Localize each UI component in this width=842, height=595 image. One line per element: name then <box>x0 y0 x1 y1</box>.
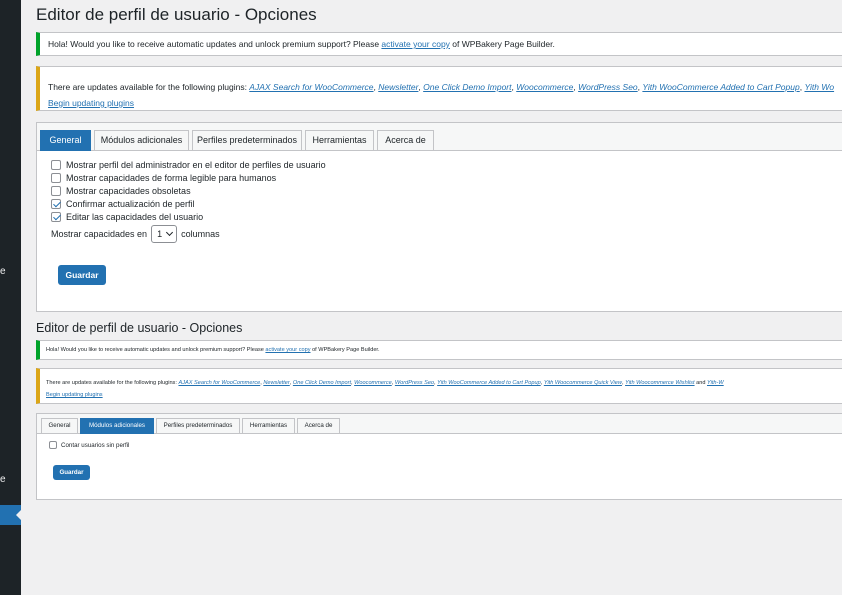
sidebar-text-fragment: e <box>0 266 6 277</box>
tab-bar: General Módulos adicionales Perfiles pre… <box>37 414 842 434</box>
tab-herramientas[interactable]: Herramientas <box>305 130 374 151</box>
checkbox[interactable] <box>51 173 61 183</box>
plugin-link[interactable]: Woocommerce <box>516 82 573 92</box>
plugin-link[interactable]: Yith-W <box>707 380 724 386</box>
page-title: Editor de perfil de usuario - Opciones <box>36 5 317 24</box>
plugin-updates-notice: There are updates available for the foll… <box>36 368 842 404</box>
admin-sidebar: e e <box>0 0 21 595</box>
begin-updating-plugins-link[interactable]: Begin updating plugins <box>48 98 134 108</box>
option-label: Contar usuarios sin perfil <box>61 441 130 449</box>
plugin-link[interactable]: AJAX Search for WooCommerce <box>178 380 260 386</box>
tab-acerca-de[interactable]: Acerca de <box>377 130 434 151</box>
plugin-link[interactable]: Woocommerce <box>354 380 392 386</box>
plugin-link[interactable]: WordPress Seo <box>395 380 434 386</box>
plugin-updates-notice: There are updates available for the foll… <box>36 66 842 111</box>
plugin-link[interactable]: One Click Demo Import <box>293 380 351 386</box>
tab-modulos-adicionales[interactable]: Módulos adicionales <box>80 418 154 434</box>
plugin-link[interactable]: Yith WooCommerce Added to Cart Popup <box>642 82 799 92</box>
options-panel-secondary: General Módulos adicionales Perfiles pre… <box>36 413 842 500</box>
option-label: Mostrar capacidades de forma legible par… <box>66 173 277 183</box>
option-label: Confirmar actualización de perfil <box>66 199 195 209</box>
option-label: Mostrar perfil del administrador en el e… <box>66 160 326 170</box>
tab-herramientas[interactable]: Herramientas <box>242 418 295 434</box>
checkbox-checked[interactable] <box>51 199 61 209</box>
checkbox-checked[interactable] <box>51 212 61 222</box>
notice-text: Hola! Would you like to receive automati… <box>46 347 266 353</box>
notice-text: of WPBakery Page Builder. <box>449 39 555 49</box>
tab-bar: General Módulos adicionales Perfiles pre… <box>37 123 842 151</box>
plugin-link[interactable]: Newsletter <box>378 82 418 92</box>
chevron-down-icon <box>166 228 174 237</box>
option-show-admin-profile[interactable]: Mostrar perfil del administrador en el e… <box>51 160 326 170</box>
columns-suffix: columnas <box>181 229 220 239</box>
notice-text: There are updates available for the foll… <box>46 380 179 386</box>
wpbakery-notice: Hola! Would you like to receive automati… <box>36 340 842 360</box>
save-button[interactable]: Guardar <box>58 265 106 285</box>
checkbox[interactable] <box>51 160 61 170</box>
activate-copy-link[interactable]: activate your copy <box>381 39 450 49</box>
option-edit-user-caps[interactable]: Editar las capacidades del usuario <box>51 212 203 222</box>
option-deprecated-caps[interactable]: Mostrar capacidades obsoletas <box>51 186 191 196</box>
sidebar-active-item-indicator[interactable] <box>0 505 21 525</box>
plugin-link[interactable]: Yith Wo <box>804 82 834 92</box>
plugin-link[interactable]: Yith WooCommerce Added to Cart Popup <box>437 380 541 386</box>
option-confirm-profile-update[interactable]: Confirmar actualización de perfil <box>51 199 195 209</box>
notice-text: Hola! Would you like to receive automati… <box>48 39 382 49</box>
activate-copy-link[interactable]: activate your copy <box>265 347 310 353</box>
tab-general[interactable]: General <box>41 418 78 434</box>
option-label: Editar las capacidades del usuario <box>66 212 204 222</box>
sidebar-text-fragment: e <box>0 474 6 485</box>
option-human-readable-caps[interactable]: Mostrar capacidades de forma legible par… <box>51 173 276 183</box>
plugin-link[interactable]: AJAX Search for WooCommerce <box>249 82 373 92</box>
checkbox[interactable] <box>49 441 57 449</box>
options-panel: General Módulos adicionales Perfiles pre… <box>36 122 842 312</box>
columns-label: Mostrar capacidades en <box>51 229 148 239</box>
tab-perfiles-predeterminados[interactable]: Perfiles predeterminados <box>156 418 240 434</box>
save-button[interactable]: Guardar <box>53 465 90 480</box>
notice-text: and <box>694 380 707 386</box>
option-count-users-without-profile[interactable]: Contar usuarios sin perfil <box>49 441 129 449</box>
columns-value: 1 <box>157 229 163 239</box>
notice-text: of WPBakery Page Builder. <box>310 347 380 353</box>
tab-acerca-de[interactable]: Acerca de <box>297 418 340 434</box>
plugin-link[interactable]: Yith Woocommerce Quick View <box>544 380 622 386</box>
columns-select[interactable]: 1 <box>151 225 178 243</box>
plugin-link[interactable]: Newsletter <box>263 380 289 386</box>
plugin-link[interactable]: Yith Woocommerce Wishlist <box>625 380 694 386</box>
page-title-secondary: Editor de perfil de usuario - Opciones <box>36 321 243 335</box>
begin-updating-plugins-link[interactable]: Begin updating plugins <box>46 392 103 398</box>
columns-setting: Mostrar capacidades en 1 columnas <box>51 225 220 243</box>
tab-perfiles-predeterminados[interactable]: Perfiles predeterminados <box>192 130 302 151</box>
checkbox[interactable] <box>51 186 61 196</box>
tab-general[interactable]: General <box>40 130 91 151</box>
notice-text: There are updates available for the foll… <box>48 82 250 92</box>
plugin-link[interactable]: WordPress Seo <box>578 82 638 92</box>
wpbakery-notice: Hola! Would you like to receive automati… <box>36 32 842 56</box>
option-label: Mostrar capacidades obsoletas <box>66 186 191 196</box>
plugin-link[interactable]: One Click Demo Import <box>423 82 511 92</box>
tab-modulos-adicionales[interactable]: Módulos adicionales <box>94 130 189 151</box>
